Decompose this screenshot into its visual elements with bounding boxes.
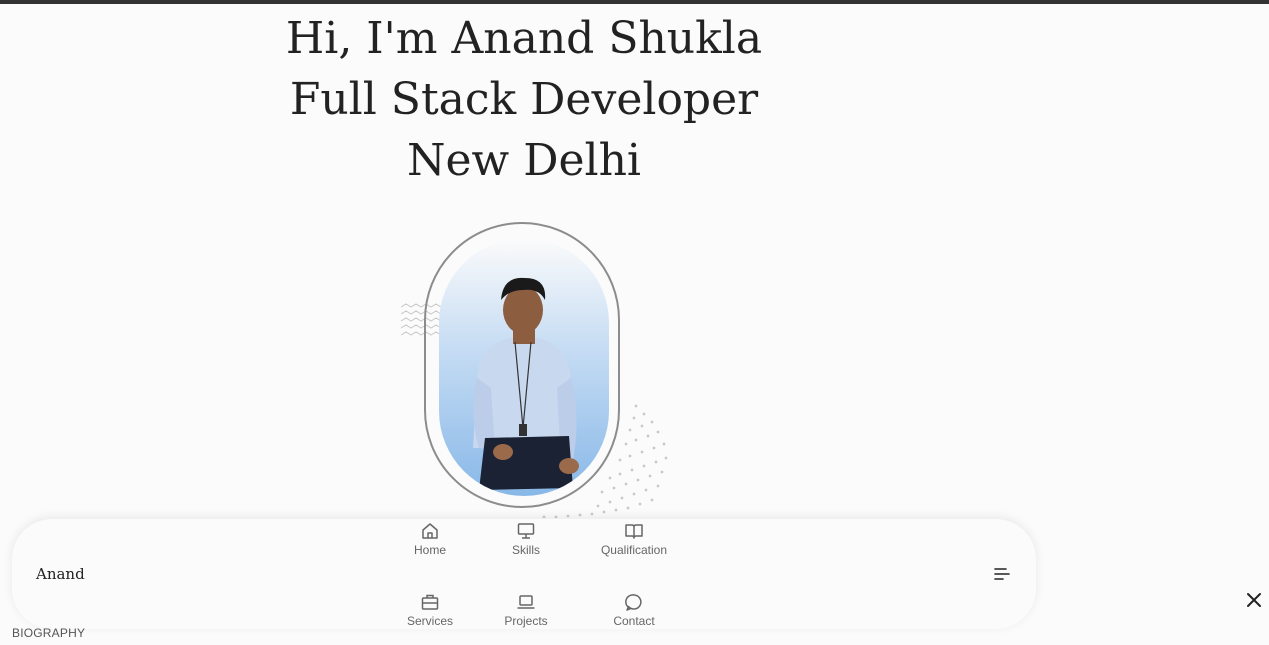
hero-title: Hi, I'm Anand Shukla Full Stack Develope… [274,8,774,191]
nav-home-label: Home [413,543,446,557]
laptop-icon [517,595,535,609]
book-icon [625,524,643,539]
hero-role: Full Stack Developer [289,74,759,125]
briefcase-icon [421,594,439,610]
nav-projects[interactable]: Projects [476,592,576,628]
section-label-biography: BIOGRAPHY [12,626,86,640]
hero-location: New Delhi [407,135,641,186]
person-illustration-icon [473,277,579,490]
nav-qualification[interactable]: Qualification [584,521,684,557]
nav-home[interactable]: Home [380,521,480,557]
home-icon [422,523,438,539]
menu-icon[interactable] [992,564,1012,584]
brand-logo[interactable]: Anand [36,565,85,583]
nav-qualification-label: Qualification [600,543,668,557]
nav-contact[interactable]: Contact [584,592,684,628]
nav-projects-label: Projects [504,614,548,628]
nav-services-label: Services [406,614,453,628]
close-icon[interactable] [1244,590,1264,610]
monitor-icon [517,523,535,539]
top-border [0,0,1269,4]
bottom-navigation: Anand Home Skills Qualification Services… [12,519,1036,629]
nav-services[interactable]: Services [380,592,480,628]
profile-photo [439,238,609,496]
nav-contact-label: Contact [613,614,655,628]
nav-skills[interactable]: Skills [476,521,576,557]
nav-skills-label: Skills [511,543,540,557]
hero-greeting: Hi, I'm Anand Shukla [285,13,763,64]
message-icon [625,594,642,611]
